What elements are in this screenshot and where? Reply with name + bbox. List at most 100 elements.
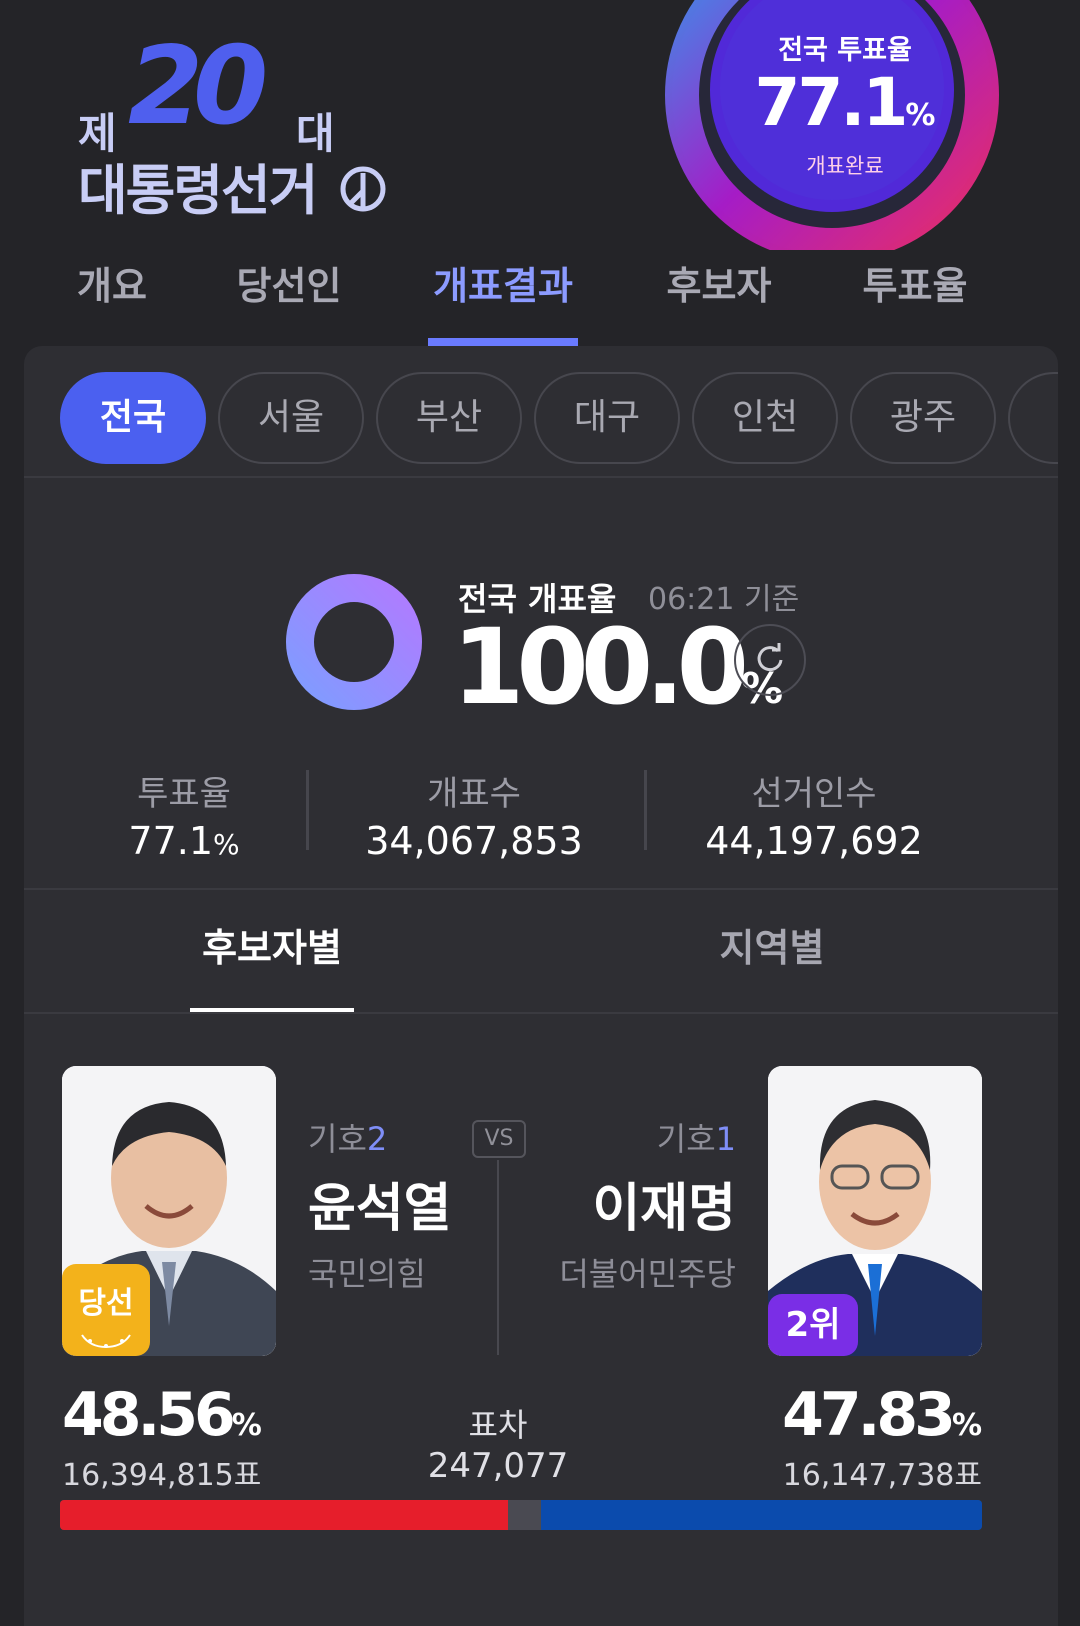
- vote-share-bar: [60, 1500, 982, 1530]
- vote-gap: 표차 247,077: [398, 1400, 598, 1486]
- vote-share: 48.56: [62, 1380, 236, 1450]
- refresh-button[interactable]: [734, 624, 806, 696]
- vote-share: 47.83: [782, 1380, 956, 1450]
- stat-counted-votes: 개표수 34,067,853: [354, 766, 594, 863]
- turnout-unit: %: [905, 98, 936, 133]
- stat-voters: 선거인수 44,197,692: [694, 766, 934, 863]
- region-chip-busan[interactable]: 부산: [376, 372, 522, 464]
- tab-by-region[interactable]: 지역별: [690, 888, 854, 1012]
- candidate-info-left: 기호2 윤석열 국민의힘: [308, 1114, 452, 1295]
- national-turnout: 전국 투표율 77.1% 개표완료: [740, 28, 950, 180]
- rank-badge: 2위: [768, 1294, 858, 1356]
- region-chip-next[interactable]: [1008, 372, 1058, 464]
- tab-candidates[interactable]: 후보자: [662, 258, 776, 346]
- vote-share-bar-left: [60, 1500, 508, 1530]
- candidate-result-right: 47.83% 16,147,738표: [782, 1380, 982, 1494]
- region-filter-bar: 전국 서울 부산 대구 인천 광주: [24, 372, 1058, 468]
- candidate-photo-left[interactable]: 당선: [62, 1066, 276, 1356]
- candidate-name[interactable]: 이재명: [559, 1166, 736, 1241]
- turnout-value: 77.1: [754, 64, 909, 141]
- stat-unit: %: [213, 828, 240, 861]
- region-label: 전국: [99, 397, 167, 438]
- vote-gap-value: 247,077: [427, 1446, 569, 1486]
- vote-count: 16,394,815표: [62, 1458, 262, 1493]
- region-label: 인천: [731, 397, 799, 438]
- refresh-icon: [752, 640, 788, 680]
- tab-results[interactable]: 개표결과: [428, 258, 578, 346]
- region-label: 광주: [889, 397, 957, 438]
- divider: [24, 476, 1058, 478]
- region-label: 대구: [573, 397, 641, 438]
- turnout-label: 전국 투표율: [778, 35, 912, 66]
- ballot-number-label: 기호: [656, 1120, 716, 1158]
- count-progress-donut: [286, 574, 422, 710]
- stat-separator: [644, 770, 647, 850]
- vote-share-wrap: 48.56%: [62, 1380, 262, 1450]
- vote-share-bar-right: [541, 1500, 982, 1530]
- logo-title-wrap: 대통령선거: [78, 146, 387, 226]
- tab-winner[interactable]: 당선인: [232, 258, 346, 346]
- region-label: 부산: [415, 397, 483, 438]
- winner-badge-label: 당선: [78, 1286, 134, 1321]
- count-value-wrap: 100.0%: [452, 606, 783, 728]
- region-label: 서울: [257, 397, 325, 438]
- tab-overview[interactable]: 개요: [74, 258, 150, 346]
- candidate-name[interactable]: 윤석열: [308, 1166, 452, 1241]
- stat-value: 44,197,692: [705, 819, 923, 863]
- count-value: 100.0: [452, 606, 749, 728]
- ballot-number-label: 기호: [308, 1120, 367, 1158]
- turnout-status: 개표완료: [806, 154, 884, 178]
- laurel-wreath-icon: [62, 1322, 150, 1356]
- tab-label: 후보자별: [202, 926, 342, 970]
- logo-title: 대통령선거: [78, 159, 318, 222]
- candidate-party: 더불어민주당: [559, 1255, 736, 1293]
- active-tab-indicator: [428, 338, 578, 346]
- stat-value-wrap: 77.1%: [108, 819, 260, 863]
- stat-value: 34,067,853: [365, 819, 583, 863]
- tab-label: 지역별: [719, 926, 825, 970]
- election-logo: 제 20 대 대통령선거: [78, 24, 438, 222]
- logo-number: 20: [128, 24, 268, 149]
- vote-share-unit: %: [951, 1408, 982, 1443]
- sub-tab-bar: 후보자별 지역별: [24, 888, 1058, 1012]
- divider: [24, 1012, 1058, 1014]
- vote-share-unit: %: [231, 1408, 262, 1443]
- vote-count: 16,147,738표: [782, 1458, 982, 1493]
- region-chip-daegu[interactable]: 대구: [534, 372, 680, 464]
- region-chip-national[interactable]: 전국: [60, 372, 206, 464]
- tab-by-candidate[interactable]: 후보자별: [190, 888, 354, 1012]
- tab-label: 당선인: [236, 264, 342, 308]
- ballot-number-value: 2: [366, 1120, 388, 1158]
- ballot-stamp-icon: [339, 163, 387, 226]
- header: 제 20 대 대통령선거 전국 투표율 77.1% 개표완료: [0, 0, 1080, 250]
- winner-badge: 당선: [62, 1264, 150, 1356]
- tab-label: 개요: [77, 264, 147, 308]
- count-summary: 전국 개표율 06:21 기준 100.0% 투표율 77.1% 개표수 34,…: [24, 496, 1058, 916]
- vote-gap-label: 표차: [468, 1406, 528, 1444]
- stat-value: 77.1: [128, 819, 213, 863]
- region-chip-incheon[interactable]: 인천: [692, 372, 838, 464]
- candidate-party: 국민의힘: [308, 1255, 426, 1293]
- candidate-result-left: 48.56% 16,394,815표: [62, 1380, 262, 1494]
- ballot-number: 기호1: [559, 1114, 736, 1160]
- turnout-value-wrap: 77.1%: [740, 67, 950, 152]
- tab-label: 후보자: [666, 264, 772, 308]
- tab-turnout[interactable]: 투표율: [858, 258, 972, 346]
- stat-label: 개표수: [427, 774, 521, 814]
- ballot-number-value: 1: [715, 1120, 736, 1158]
- count-progress-arc: [286, 574, 422, 710]
- vs-badge: VS: [472, 1120, 526, 1158]
- stat-label: 투표율: [137, 774, 231, 814]
- stat-separator: [306, 770, 309, 850]
- vs-divider: [497, 1160, 499, 1355]
- stat-label: 선거인수: [751, 774, 877, 814]
- tab-label: 개표결과: [433, 264, 573, 308]
- ballot-number: 기호2: [308, 1114, 452, 1160]
- stat-turnout: 투표율 77.1%: [108, 766, 260, 863]
- tab-label: 투표율: [862, 264, 968, 308]
- candidate-photo-right[interactable]: 2위: [768, 1066, 982, 1356]
- main-tab-bar: 개요 당선인 개표결과 후보자 투표율: [0, 258, 1080, 348]
- region-chip-gwangju[interactable]: 광주: [850, 372, 996, 464]
- vote-share-wrap: 47.83%: [782, 1380, 982, 1450]
- region-chip-seoul[interactable]: 서울: [218, 372, 364, 464]
